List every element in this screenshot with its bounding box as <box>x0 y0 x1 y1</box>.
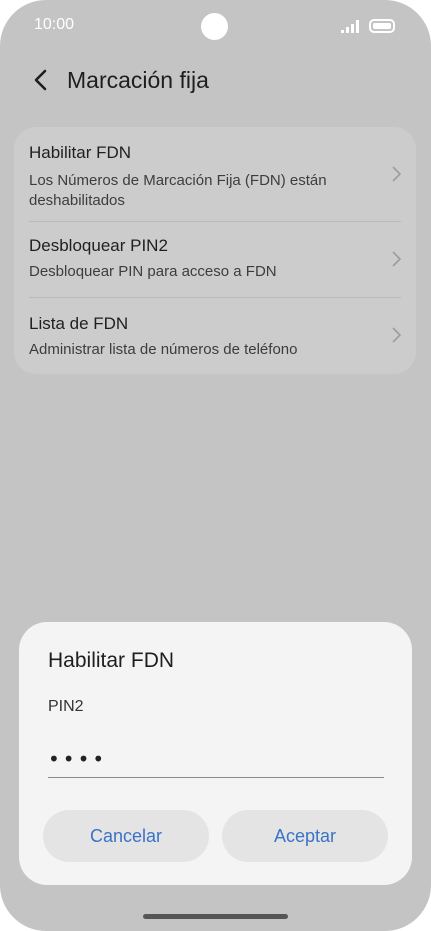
settings-item-fdn-list[interactable]: Lista de FDN Administrar lista de número… <box>14 298 416 374</box>
cancel-button[interactable]: Cancelar <box>43 810 209 862</box>
item-title: Desbloquear PIN2 <box>29 236 168 255</box>
dialog-title: Habilitar FDN <box>48 649 175 672</box>
phone-screen: 10:00 Marcación fija Habilitar FDN Los N… <box>0 0 431 931</box>
chevron-right-icon <box>392 166 402 182</box>
settings-item-enable-fdn[interactable]: Habilitar FDN Los Números de Marcación F… <box>14 127 416 221</box>
home-indicator[interactable] <box>143 914 288 919</box>
settings-card: Habilitar FDN Los Números de Marcación F… <box>14 127 416 374</box>
pin2-label: PIN2 <box>48 698 84 715</box>
pin2-dialog: Habilitar FDN PIN2 Cancelar Aceptar <box>19 622 412 885</box>
item-title: Habilitar FDN <box>29 143 132 162</box>
status-bar: 10:00 <box>0 0 431 52</box>
page-title: Marcación fija <box>67 67 209 93</box>
front-camera <box>201 13 228 40</box>
settings-item-unlock-pin2[interactable]: Desbloquear PIN2 Desbloquear PIN para ac… <box>14 222 416 297</box>
item-title: Lista de FDN <box>29 314 129 333</box>
accept-button[interactable]: Aceptar <box>222 810 388 862</box>
item-subtitle: Desbloquear PIN para acceso a FDN <box>29 263 277 280</box>
item-subtitle: Los Números de Marcación Fija (FDN) está… <box>29 172 327 209</box>
pin2-input[interactable] <box>48 740 384 778</box>
chevron-right-icon <box>392 251 402 267</box>
item-subtitle: Administrar lista de números de teléfono <box>29 341 298 358</box>
app-header: Marcación fija <box>0 58 431 102</box>
status-time: 10:00 <box>34 16 75 33</box>
back-arrow-icon[interactable] <box>30 68 54 92</box>
chevron-right-icon <box>392 327 402 343</box>
signal-icon <box>341 20 359 33</box>
battery-icon <box>369 19 395 33</box>
